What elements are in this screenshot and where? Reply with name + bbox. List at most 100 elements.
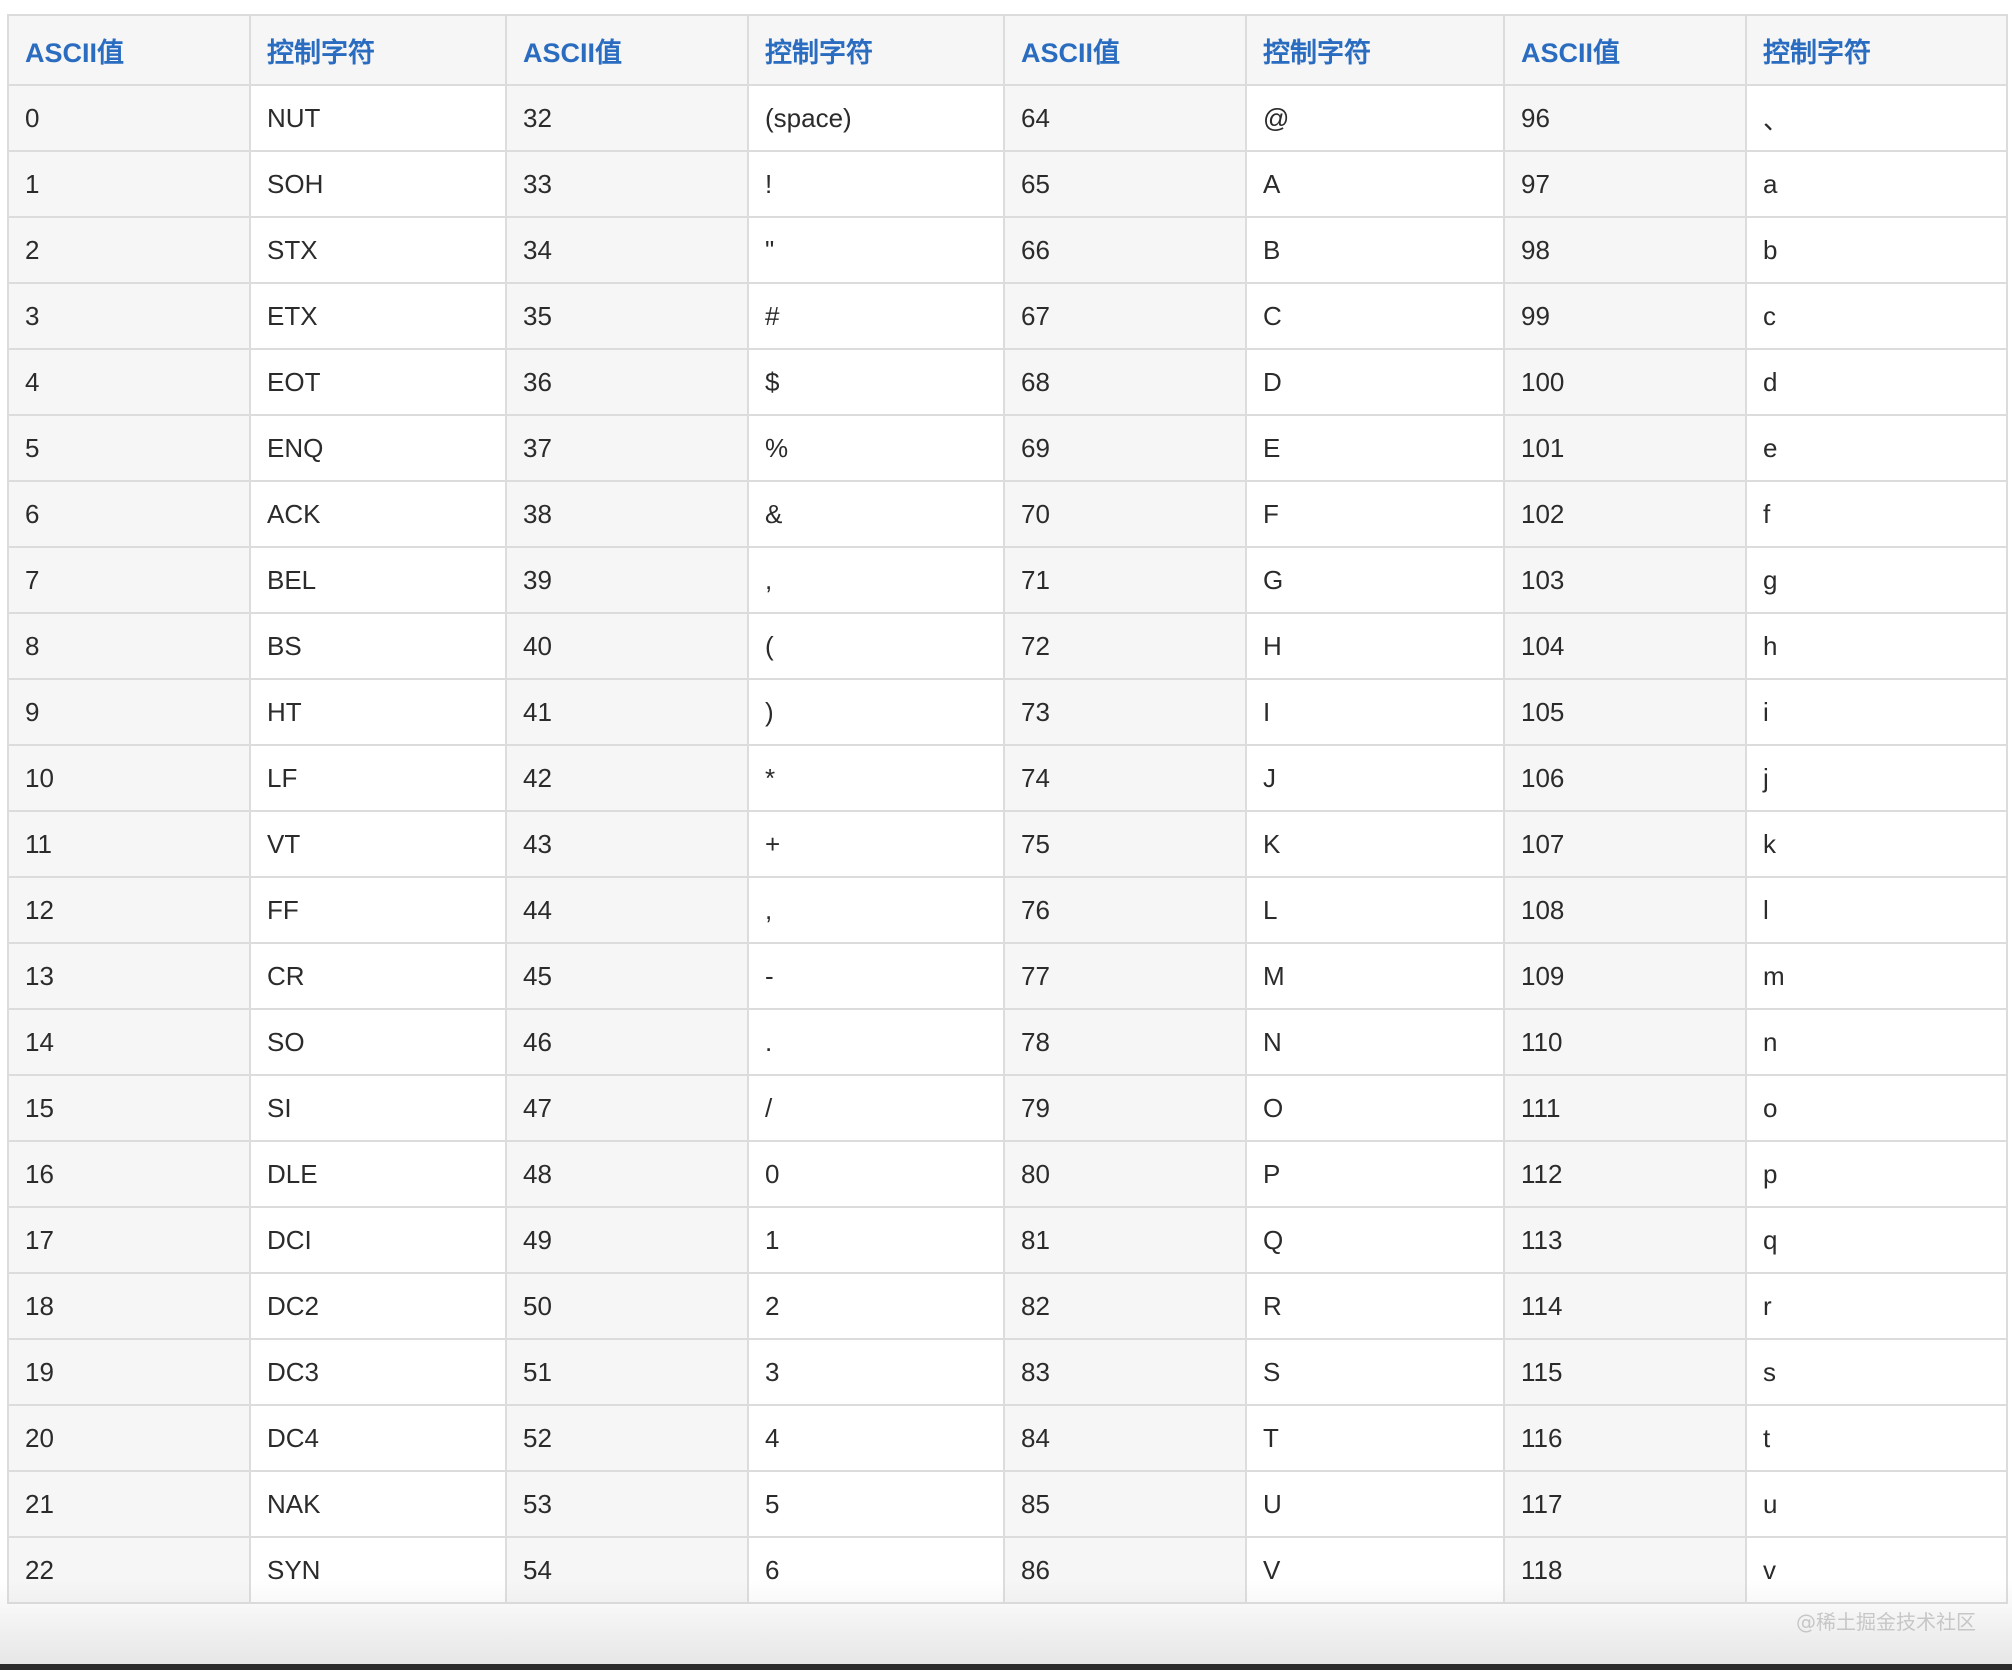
table-row: 10 LF 42 * 74 J 106 j [7, 744, 2008, 812]
ascii-value-cell: 73 [1003, 678, 1247, 746]
character-cell: DCI [249, 1206, 507, 1274]
ascii-value-cell: 84 [1003, 1404, 1247, 1472]
ascii-value-cell: 6 [7, 480, 251, 548]
ascii-value-cell: 116 [1503, 1404, 1747, 1472]
ascii-value-cell: 74 [1003, 744, 1247, 812]
table-row: 14 SO 46. 78 N 110 n [7, 1008, 2008, 1076]
character-cell: C [1245, 282, 1505, 350]
ascii-value-cell: 54 [505, 1536, 749, 1604]
character-cell: LF [249, 744, 507, 812]
character-cell: v [1745, 1536, 2008, 1604]
character-cell: n [1745, 1008, 2008, 1076]
ascii-value-cell: 45 [505, 942, 749, 1010]
ascii-value-cell: 100 [1503, 348, 1747, 416]
ascii-value-cell: 101 [1503, 414, 1747, 482]
character-cell: J [1245, 744, 1505, 812]
ascii-value-cell: 41 [505, 678, 749, 746]
character-cell: 4 [747, 1404, 1005, 1472]
character-cell: * [747, 744, 1005, 812]
ascii-value-cell: 9 [7, 678, 251, 746]
ascii-value-cell: 86 [1003, 1536, 1247, 1604]
ascii-value-cell: 16 [7, 1140, 251, 1208]
ascii-value-cell: 4 [7, 348, 251, 416]
ascii-value-cell: 14 [7, 1008, 251, 1076]
character-cell: f [1745, 480, 2008, 548]
table-row: 17 DCI 49 1 81 Q 113 q [7, 1206, 2008, 1274]
ascii-value-cell: 81 [1003, 1206, 1247, 1274]
ascii-value-cell: 78 [1003, 1008, 1247, 1076]
ascii-value-cell: 18 [7, 1272, 251, 1340]
character-cell: Q [1245, 1206, 1505, 1274]
character-cell: L [1245, 876, 1505, 944]
ascii-value-cell: 69 [1003, 414, 1247, 482]
character-cell: 2 [747, 1272, 1005, 1340]
ascii-value-cell: 64 [1003, 84, 1247, 152]
character-cell: O [1245, 1074, 1505, 1142]
table-body: 0 NUT 32 (space) 64 @96、 1 SOH 33! 65 A 97 a 2 STX 34 " 6… [7, 84, 2008, 1604]
column-header: ASCII值 [505, 14, 749, 86]
ascii-value-cell: 112 [1503, 1140, 1747, 1208]
ascii-value-cell: 11 [7, 810, 251, 878]
column-header: 控制字符 [249, 14, 507, 86]
character-cell: p [1745, 1140, 2008, 1208]
column-header: 控制字符 [1745, 14, 2008, 86]
header-row: ASCII值 控制字符 ASCII值 控制字符 ASCII值 控制字符 ASCII值 控制字符 [7, 14, 2008, 86]
ascii-value-cell: 20 [7, 1404, 251, 1472]
table-row: 5 ENQ 37% 69 E 101 e [7, 414, 2008, 482]
ascii-value-cell: 39 [505, 546, 749, 614]
ascii-value-cell: 83 [1003, 1338, 1247, 1406]
ascii-value-cell: 118 [1503, 1536, 1747, 1604]
character-cell: NUT [249, 84, 507, 152]
ascii-value-cell: 76 [1003, 876, 1247, 944]
character-cell: " [747, 216, 1005, 284]
character-cell: E [1245, 414, 1505, 482]
table-row: 18 DC2 50 2 82 R 114 r [7, 1272, 2008, 1340]
table-row: 19 DC3 51 3 83 S 115 s [7, 1338, 2008, 1406]
character-cell: DC3 [249, 1338, 507, 1406]
column-header: 控制字符 [1245, 14, 1505, 86]
character-cell: % [747, 414, 1005, 482]
character-cell: k [1745, 810, 2008, 878]
table-row: 11 VT 43 +75 K 107 k [7, 810, 2008, 878]
ascii-value-cell: 103 [1503, 546, 1747, 614]
ascii-value-cell: 7 [7, 546, 251, 614]
character-cell: ( [747, 612, 1005, 680]
character-cell: G [1245, 546, 1505, 614]
table-row: 15 SI 47/79 O 111 o [7, 1074, 2008, 1142]
ascii-value-cell: 96 [1503, 84, 1747, 152]
character-cell: m [1745, 942, 2008, 1010]
character-cell: 5 [747, 1470, 1005, 1538]
character-cell: DC4 [249, 1404, 507, 1472]
ascii-value-cell: 114 [1503, 1272, 1747, 1340]
character-cell: - [747, 942, 1005, 1010]
ascii-value-cell: 33 [505, 150, 749, 218]
ascii-value-cell: 106 [1503, 744, 1747, 812]
character-cell: / [747, 1074, 1005, 1142]
ascii-value-cell: 0 [7, 84, 251, 152]
character-cell: b [1745, 216, 2008, 284]
ascii-value-cell: 85 [1003, 1470, 1247, 1538]
character-cell: d [1745, 348, 2008, 416]
character-cell: 6 [747, 1536, 1005, 1604]
character-cell: 0 [747, 1140, 1005, 1208]
table-row: 22 SYN 54 6 86 V 118 v [7, 1536, 2008, 1604]
ascii-value-cell: 107 [1503, 810, 1747, 878]
column-header: ASCII值 [1503, 14, 1747, 86]
ascii-value-cell: 2 [7, 216, 251, 284]
character-cell: + [747, 810, 1005, 878]
ascii-value-cell: 5 [7, 414, 251, 482]
ascii-value-cell: 97 [1503, 150, 1747, 218]
ascii-value-cell: 21 [7, 1470, 251, 1538]
ascii-value-cell: 40 [505, 612, 749, 680]
ascii-value-cell: 65 [1003, 150, 1247, 218]
ascii-value-cell: 111 [1503, 1074, 1747, 1142]
character-cell: BS [249, 612, 507, 680]
table-row: 4 EOT 36 $68 D 100 d [7, 348, 2008, 416]
character-cell: ) [747, 678, 1005, 746]
character-cell: ETX [249, 282, 507, 350]
ascii-value-cell: 109 [1503, 942, 1747, 1010]
character-cell: B [1245, 216, 1505, 284]
character-cell: K [1245, 810, 1505, 878]
ascii-value-cell: 49 [505, 1206, 749, 1274]
table-row: 3 ETX 35 #67 C 99 c [7, 282, 2008, 350]
